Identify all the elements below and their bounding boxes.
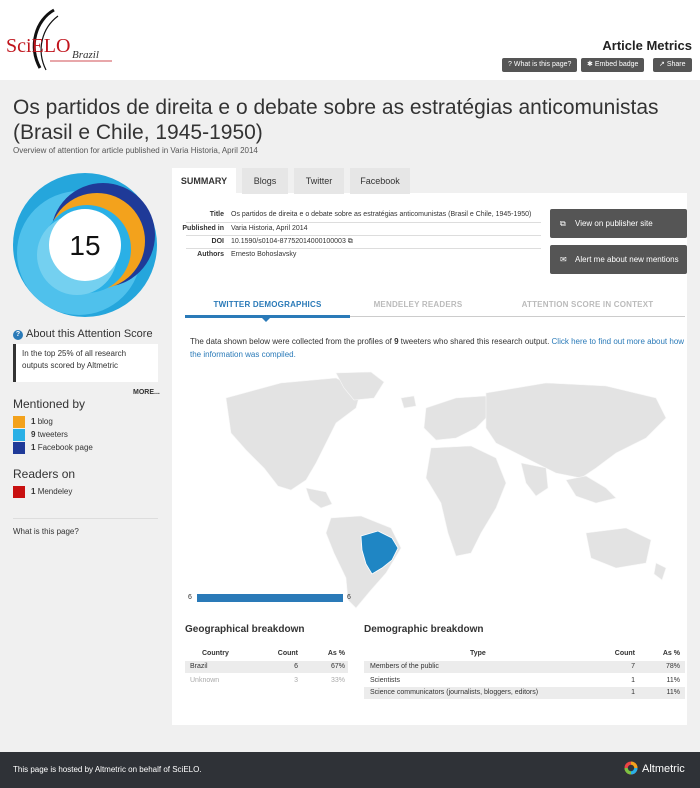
geo-header-pct: As % [327,650,345,657]
authors-value: Ernesto Bohoslavsky [231,251,297,258]
demo-breakdown-heading: Demographic breakdown [364,624,484,635]
geo-cell: 67% [330,663,345,670]
what-is-this-page-button[interactable]: ? What is this page? [502,58,578,72]
bookmark-icon: ✱ [587,61,593,68]
article-metrics-title: Article Metrics [602,38,692,53]
tab-twitter[interactable]: Twitter [294,168,344,194]
altmetric-donut[interactable]: 15 [10,170,160,320]
demo-cell: 78% [665,663,680,670]
geo-cell: Unknown [190,677,220,684]
title-value: Os partidos de direita e o debate sobre … [231,211,532,218]
external-link-icon: ⧉ [560,219,566,228]
geo-breakdown-heading: Geographical breakdown [185,624,305,635]
mendeley-swatch [13,486,25,498]
facebook-swatch [13,442,25,454]
demo-cell: Science communicators (journalists, blog… [370,689,539,696]
geo-cell: Brazil [190,663,208,670]
mention-tweeters-row[interactable]: 9 tweeters [13,429,68,441]
tab-blogs[interactable]: Blogs [242,168,288,194]
demo-header-pct: As % [662,650,680,657]
mail-icon: ✉ [560,255,567,264]
geo-cell: 3 [294,677,298,684]
embed-badge-button[interactable]: ✱ Embed badge [581,58,645,72]
page-title: Os partidos de direita e o debate sobre … [13,96,659,144]
demo-cell: Members of the public [370,663,439,670]
demo-header-count: Count [614,650,635,657]
logo-main-text: SciELO [6,35,70,57]
score-rank-box: In the top 25% of all research outputs s… [13,344,158,382]
doi-link[interactable]: 10.1590/s0104-87752014000100003 ⧉ [231,238,353,246]
tab-summary[interactable]: SUMMARY [172,168,236,194]
map-scale-min: 6 [188,594,192,601]
demo-cell: 1 [631,689,635,696]
altmetric-link[interactable]: Altmetric [95,765,126,774]
scielo-link[interactable]: SciELO [172,765,199,774]
footer-text: This page is hosted by Altmetric on beha… [13,765,202,774]
subtab-attention-score-context[interactable]: ATTENTION SCORE IN CONTEXT [490,300,685,309]
demo-cell: 1 [631,677,635,684]
authors-label: Authors [197,251,224,258]
published-value: Varia Historia, April 2014 [231,225,308,232]
view-publisher-button[interactable]: ⧉ View on publisher site [550,209,687,238]
share-icon: ↗ [659,61,665,68]
geo-cell: 6 [294,663,298,670]
twitter-swatch [13,429,25,441]
external-link-icon[interactable]: ⧉ [348,238,353,245]
row-divider [186,248,541,249]
about-attention-score[interactable]: ? About this Attention Score [13,328,153,340]
logo-sub-text: Brazil [72,49,99,61]
published-label: Published in [182,225,224,232]
left-divider [13,518,158,519]
geo-header-count: Count [277,650,298,657]
altmetric-logo-icon[interactable] [624,761,638,775]
help-icon: ? [13,330,23,340]
blog-swatch [13,416,25,428]
demo-cell: Scientists [370,677,400,684]
overview-text: Overview of attention for article publis… [13,146,258,155]
share-button[interactable]: ↗ Share [653,58,692,72]
geo-cell: 33% [330,677,345,684]
row-divider [186,235,541,236]
question-icon: ? [508,61,512,68]
demo-cell: 7 [631,663,635,670]
subtab-twitter-demographics[interactable]: TWITTER DEMOGRAPHICS [185,300,350,309]
tab-facebook[interactable]: Facebook [350,168,410,194]
readers-on-heading: Readers on [13,467,76,481]
demo-cell: 11% [666,689,681,696]
more-link[interactable]: MORE... [133,389,160,396]
mention-blog-row[interactable]: 1 blog [13,416,53,428]
title-label: Title [209,211,224,218]
row-divider [186,222,541,223]
world-map[interactable] [186,368,686,613]
subtab-caret [260,316,272,322]
attention-score-value: 15 [69,230,100,261]
demo-cell: 11% [666,677,681,684]
mention-facebook-row[interactable]: 1 Facebook page [13,442,93,454]
mentioned-by-heading: Mentioned by [13,397,86,411]
what-is-this-page-link[interactable]: What is this page? [13,527,79,536]
alert-mentions-button[interactable]: ✉ Alert me about new mentions [550,245,687,274]
geo-header-country: Country [202,650,229,657]
map-scale-max: 6 [347,594,351,601]
map-scale-bar [197,594,343,602]
subtab-mendeley-readers[interactable]: MENDELEY READERS [352,300,484,309]
altmetric-brand[interactable]: Altmetric [642,763,685,775]
reader-mendeley-row[interactable]: 1 Mendeley [13,486,72,498]
demo-header-type: Type [470,650,486,657]
doi-label: DOI [211,238,224,245]
scielo-logo[interactable]: SciELO Brazil [6,6,116,72]
demographics-description: The data shown below were collected from… [190,337,685,359]
